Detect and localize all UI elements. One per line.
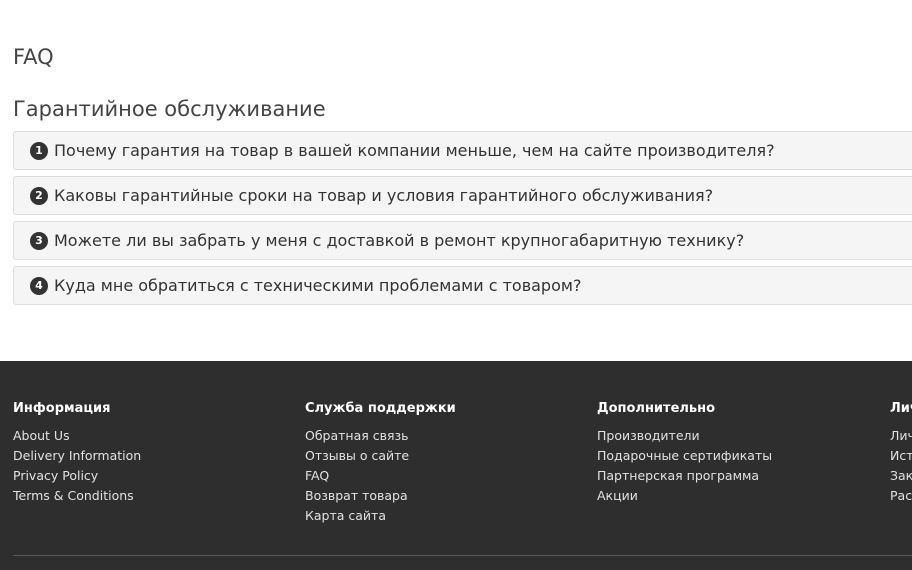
footer: Информация About Us Delivery Information… <box>0 361 912 570</box>
footer-link-sitemap[interactable]: Карта сайта <box>305 506 456 526</box>
footer-link-faq[interactable]: FAQ <box>305 466 456 486</box>
faq-number-badge: 3 <box>30 231 48 250</box>
footer-heading: Лич <box>890 401 912 416</box>
footer-link-manufacturers[interactable]: Производители <box>597 426 772 446</box>
faq-list: 1 Почему гарантия на товар в вашей компа… <box>13 131 912 311</box>
faq-item-4[interactable]: 4 Куда мне обратиться с техническими про… <box>13 266 912 305</box>
footer-link-affiliate[interactable]: Партнерская программа <box>597 466 772 486</box>
footer-column-account: Лич Лич Ист Зак Рас <box>890 400 912 506</box>
footer-column-extras: Дополнительно Производители Подарочные с… <box>597 400 772 506</box>
footer-link-order-history[interactable]: Ист <box>890 446 912 466</box>
footer-link-gift-certificates[interactable]: Подарочные сертификаты <box>597 446 772 466</box>
footer-link-terms[interactable]: Terms & Conditions <box>13 486 141 506</box>
footer-link-returns[interactable]: Возврат товара <box>305 486 456 506</box>
footer-link-about-us[interactable]: About Us <box>13 426 141 446</box>
footer-column-information: Информация About Us Delivery Information… <box>13 400 141 506</box>
faq-number-badge: 4 <box>30 276 48 295</box>
faq-question[interactable]: Почему гарантия на товар в вашей компани… <box>54 141 775 160</box>
footer-heading: Дополнительно <box>597 401 716 416</box>
footer-link-newsletter[interactable]: Рас <box>890 486 912 506</box>
footer-link-contact[interactable]: Обратная связь <box>305 426 456 446</box>
section-title: Гарантийное обслуживание <box>13 97 326 121</box>
footer-link-privacy[interactable]: Privacy Policy <box>13 466 141 486</box>
faq-item-3[interactable]: 3 Можете ли вы забрать у меня с доставко… <box>13 221 912 260</box>
faq-number-badge: 1 <box>30 141 48 160</box>
footer-link-reviews[interactable]: Отзывы о сайте <box>305 446 456 466</box>
page-title: FAQ <box>13 45 54 69</box>
footer-link-wishlist[interactable]: Зак <box>890 466 912 486</box>
footer-column-support: Служба поддержки Обратная связь Отзывы о… <box>305 400 456 526</box>
footer-heading: Служба поддержки <box>305 401 456 416</box>
faq-question[interactable]: Каковы гарантийные сроки на товар и усло… <box>54 186 713 205</box>
page: FAQ Гарантийное обслуживание 1 Почему га… <box>0 0 912 570</box>
footer-divider <box>13 555 912 556</box>
faq-item-2[interactable]: 2 Каковы гарантийные сроки на товар и ус… <box>13 176 912 215</box>
faq-question[interactable]: Куда мне обратиться с техническими пробл… <box>54 276 581 295</box>
faq-question[interactable]: Можете ли вы забрать у меня с доставкой … <box>54 231 744 250</box>
faq-item-1[interactable]: 1 Почему гарантия на товар в вашей компа… <box>13 131 912 170</box>
faq-number-badge: 2 <box>30 186 48 205</box>
footer-link-specials[interactable]: Акции <box>597 486 772 506</box>
footer-link-account[interactable]: Лич <box>890 426 912 446</box>
footer-heading: Информация <box>13 401 111 416</box>
footer-link-delivery[interactable]: Delivery Information <box>13 446 141 466</box>
